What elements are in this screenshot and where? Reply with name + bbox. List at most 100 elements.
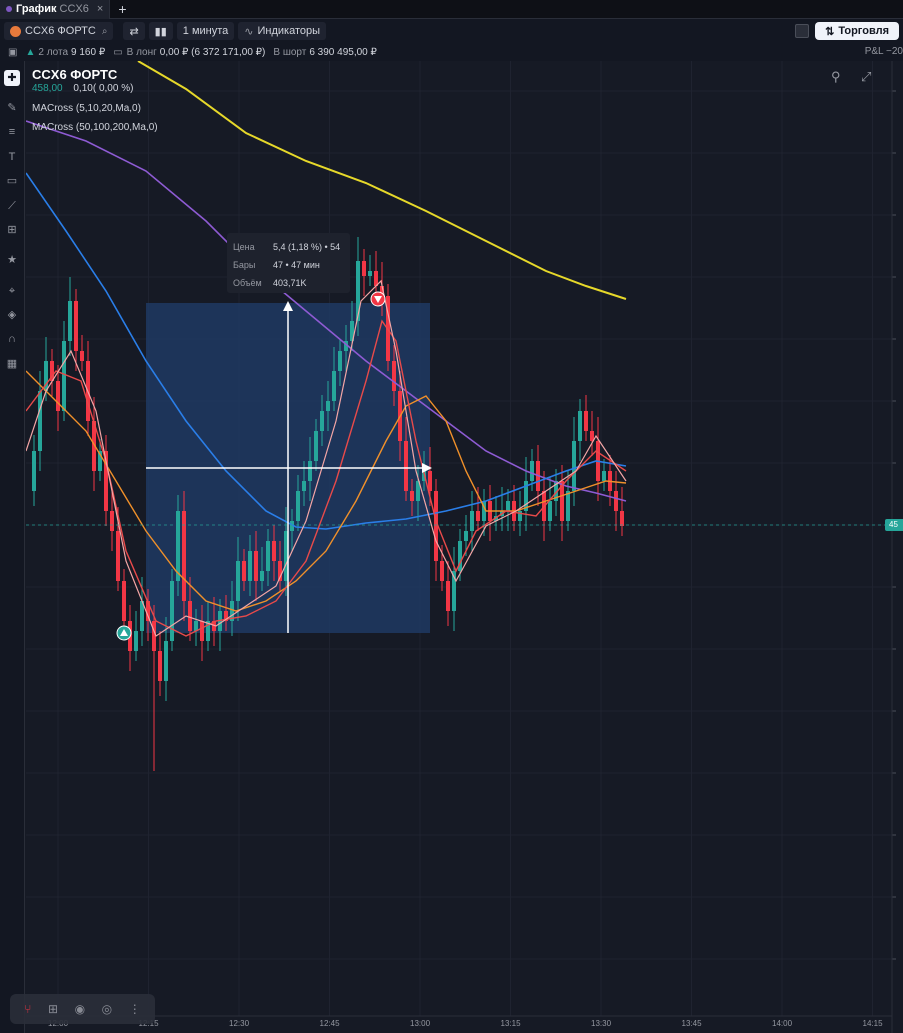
candle-body xyxy=(566,491,570,521)
search-icon: ⌕ xyxy=(101,25,108,37)
favorites-star-icon[interactable]: ★ xyxy=(4,252,20,268)
price-tag: 45 xyxy=(885,519,903,531)
measure-price-label: Цена xyxy=(233,242,255,252)
candle-body xyxy=(266,541,270,571)
candle-body xyxy=(506,501,510,511)
long-value: 0,00 ₽ (6 372 171,00 ₽) xyxy=(159,46,266,58)
indicators-label: Индикаторы xyxy=(257,25,321,37)
layers-icon[interactable]: ◈ xyxy=(4,307,20,323)
candle-body xyxy=(404,441,408,491)
candle-body xyxy=(374,271,378,286)
trade-button[interactable]: ⇅ Торговля xyxy=(815,22,899,40)
expand-icon[interactable]: ⤢ xyxy=(861,69,871,85)
candle-body xyxy=(296,491,300,521)
chart-tab[interactable]: График CCX6 × xyxy=(0,0,111,19)
time-label: 12:30 xyxy=(229,1019,250,1028)
candle-body xyxy=(332,371,336,401)
time-label: 13:15 xyxy=(500,1019,521,1028)
interval-selector[interactable]: 1 минута xyxy=(176,22,235,40)
trading-app: График CCX6 × + CCX6 ФОРТС ⌕ ⇄ ▮▮ 1 мину… xyxy=(0,0,903,1033)
candles-icon: ▮▮ xyxy=(154,25,167,38)
candle-body xyxy=(236,561,240,601)
pin-icon[interactable]: ⚲ xyxy=(831,69,841,85)
rectangle-tool-icon[interactable]: ▭ xyxy=(4,173,20,189)
screenshot-button[interactable] xyxy=(795,24,810,38)
time-label: 14:00 xyxy=(772,1019,793,1028)
candle-body xyxy=(572,441,576,491)
candle-body xyxy=(314,431,318,461)
symbol-selector[interactable]: CCX6 ФОРТС ⌕ xyxy=(4,22,114,40)
time-label: 12:45 xyxy=(319,1019,340,1028)
candle-body xyxy=(362,261,366,276)
candle-body xyxy=(320,411,324,431)
candle-body xyxy=(368,271,372,276)
candle-body xyxy=(254,551,258,581)
long-label: В лонг xyxy=(126,46,157,58)
legend-title: CCX6 ФОРТС xyxy=(32,67,118,82)
candle-body xyxy=(308,461,312,481)
compare-button[interactable]: ⇄ xyxy=(123,22,145,40)
legend-indicator-1[interactable]: MACross (5,10,20,Ma,0) xyxy=(32,103,141,114)
candle-body xyxy=(248,551,252,581)
lock-icon[interactable]: ∩ xyxy=(4,331,20,347)
wallet-icon: ▭ xyxy=(113,46,123,58)
price-change: 0,10( 0,00 %) xyxy=(73,83,134,94)
lines-tool-icon[interactable]: ≡ xyxy=(4,124,20,140)
candle-body xyxy=(272,541,276,561)
tab-label: График xyxy=(16,3,57,15)
candle-body xyxy=(614,491,618,511)
eye-icon[interactable]: ◉ xyxy=(75,1002,85,1016)
compare-icon: ⇄ xyxy=(129,25,139,38)
cursor-tool-icon[interactable]: ✚ xyxy=(4,70,20,86)
briefcase-icon: ▣ xyxy=(8,46,18,58)
camera-icon[interactable]: ◎ xyxy=(102,1002,112,1016)
candle-body xyxy=(302,481,306,491)
candle-body xyxy=(80,351,84,361)
lots-arrow-icon: ▲ xyxy=(25,46,36,58)
close-icon[interactable]: × xyxy=(97,3,103,15)
symbol-logo-icon xyxy=(10,25,21,37)
lots-label: 2 лота xyxy=(38,46,69,58)
candle-body xyxy=(602,471,606,481)
fork-icon[interactable]: ⑂ xyxy=(24,1002,31,1016)
add-tab-button[interactable]: + xyxy=(118,1,126,17)
price-chart[interactable]: CCX6 ФОРТС 458,00 0,10( 0,00 %) MACross … xyxy=(26,61,903,1033)
candle-body xyxy=(38,391,42,451)
legend-indicator-2[interactable]: MACross (50,100,200,Ma,0) xyxy=(32,122,158,133)
candle-body xyxy=(194,621,198,631)
trend-line-tool-icon[interactable]: ⟋ xyxy=(4,198,20,214)
indicators-icon: ∿ xyxy=(244,25,254,38)
candle-body xyxy=(158,651,162,681)
candle-body xyxy=(260,571,264,581)
measure-tooltip: Цена 5,4 (1,18 %) • 54 Бары 47 • 47 мин Об… xyxy=(227,233,350,293)
candle-body xyxy=(122,581,126,621)
measure-tool-icon[interactable]: ⊞ xyxy=(4,222,20,238)
candle-body xyxy=(326,401,330,411)
candle-body xyxy=(476,511,480,521)
candle-body xyxy=(428,471,432,491)
time-label: 14:15 xyxy=(862,1019,883,1028)
lots-value: 9 160 ₽ xyxy=(71,46,106,58)
replay-controls: ⑂ ⊞ ◉ ◎ ⋮ xyxy=(10,994,155,1024)
candle-body xyxy=(200,621,204,641)
candle-body xyxy=(170,581,174,641)
candle-body xyxy=(68,301,72,341)
candle-body xyxy=(446,581,450,611)
measure-bars-label: Бары xyxy=(233,260,256,270)
trade-icon: ⇅ xyxy=(825,25,835,38)
tab-dot-icon xyxy=(6,6,12,12)
candle-body xyxy=(410,491,414,501)
indicators-button[interactable]: ∿ Индикаторы xyxy=(238,22,327,40)
pnl-value: P&L −20 xyxy=(864,46,903,57)
chart-canvas[interactable] xyxy=(26,61,903,1033)
brush-tool-icon[interactable]: ✎ xyxy=(4,100,20,116)
candle-body xyxy=(164,641,168,681)
magnet-tool-icon[interactable]: ⌖ xyxy=(4,283,20,299)
trash-icon[interactable]: ▦ xyxy=(4,356,20,372)
trade-label: Торговля xyxy=(838,25,889,37)
candle-body xyxy=(188,601,192,631)
candle-type-button[interactable]: ▮▮ xyxy=(148,22,173,40)
text-tool-icon[interactable]: T xyxy=(4,149,20,165)
grid-icon[interactable]: ⊞ xyxy=(48,1002,58,1016)
more-icon[interactable]: ⋮ xyxy=(129,1002,141,1016)
